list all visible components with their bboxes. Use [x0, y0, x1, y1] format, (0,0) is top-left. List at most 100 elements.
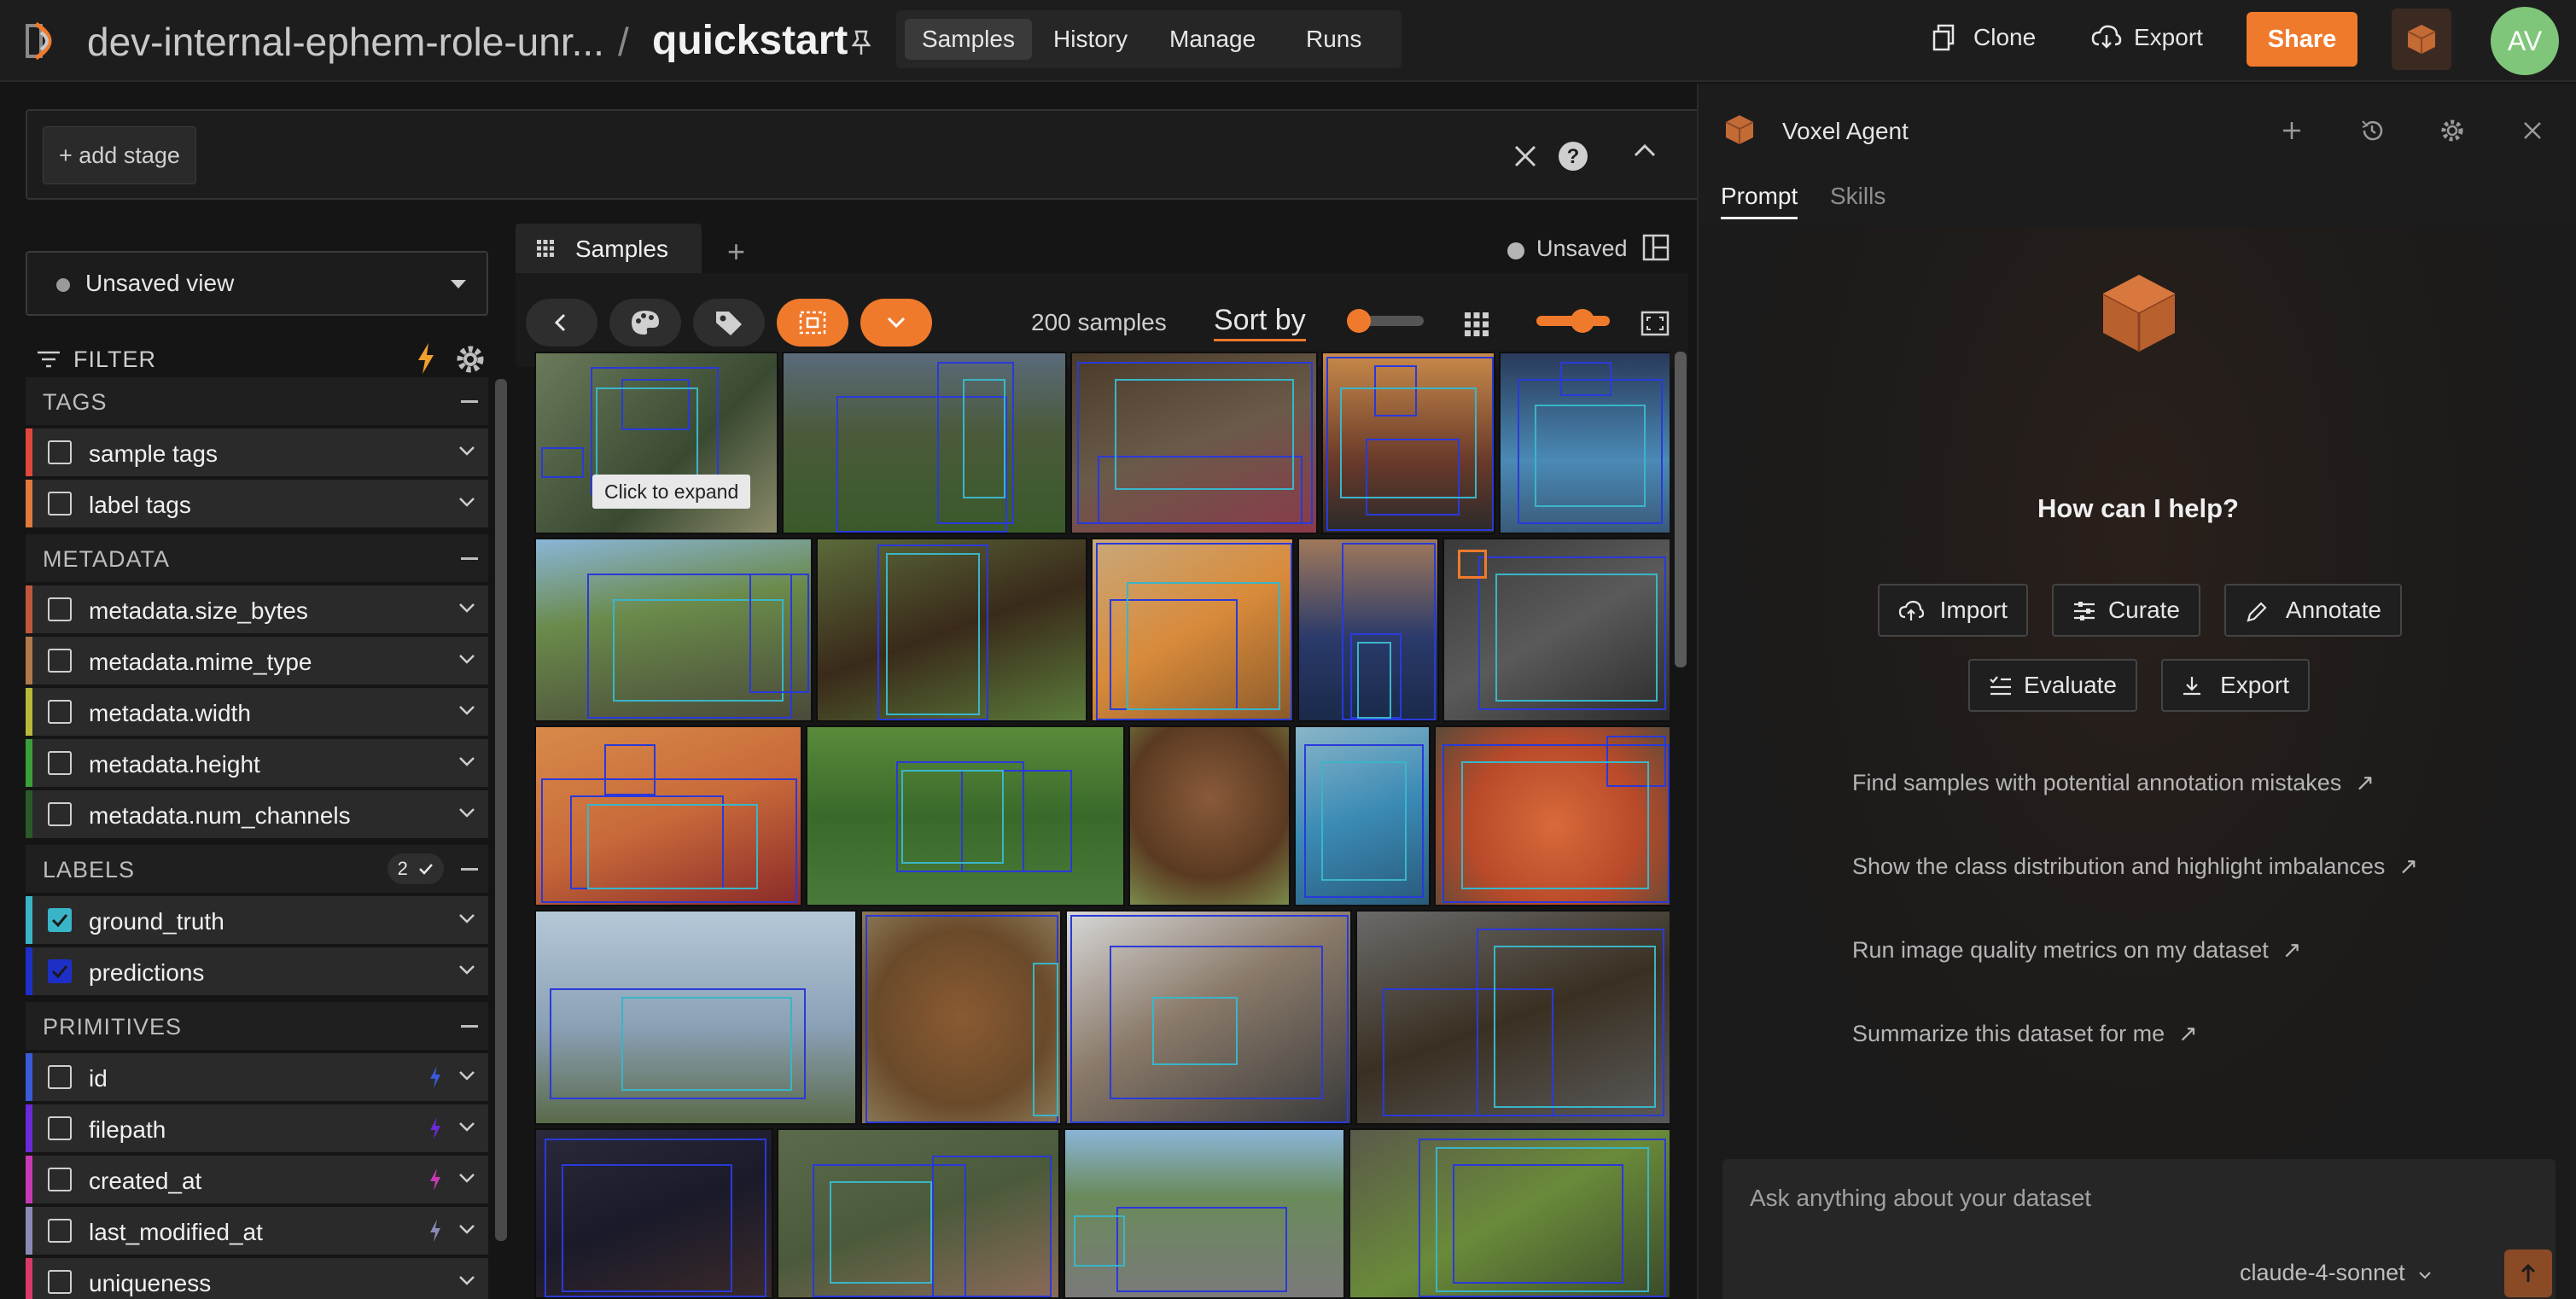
fiftyone-logo-icon[interactable]: [24, 20, 68, 61]
tab-skills[interactable]: Skills: [1830, 183, 1885, 210]
chevron-down-icon[interactable]: [458, 963, 476, 976]
evaluate-chip[interactable]: Evaluate: [1968, 659, 2137, 712]
suggestion-class-distribution[interactable]: Show the class distribution and highligh…: [1852, 853, 2418, 880]
field-predictions[interactable]: predictions: [26, 947, 488, 995]
checkbox-checked[interactable]: [48, 959, 72, 983]
field-label-tags[interactable]: label tags: [26, 480, 488, 527]
zoom-slider-knob[interactable]: [1347, 309, 1371, 333]
sample-tile[interactable]: [816, 538, 1087, 722]
grid-view-icon[interactable]: [1463, 311, 1490, 338]
checkbox[interactable]: [48, 1168, 72, 1191]
sample-tile[interactable]: [1070, 352, 1318, 534]
chevron-down-icon[interactable]: [458, 912, 476, 925]
dataset-name[interactable]: dev-internal-ephem-role-unr...: [87, 19, 604, 65]
curate-chip[interactable]: Curate: [2052, 584, 2200, 637]
checkbox[interactable]: [48, 649, 72, 673]
field-last-modified-at[interactable]: last_modified_at: [26, 1207, 488, 1255]
field-id[interactable]: id: [26, 1053, 488, 1101]
zoom-slider[interactable]: [1347, 309, 1424, 333]
checkbox[interactable]: [48, 440, 72, 464]
field-ground-truth[interactable]: ground_truth: [26, 896, 488, 944]
collapse-icon[interactable]: [461, 1025, 478, 1028]
checkbox[interactable]: [48, 1219, 72, 1243]
user-avatar[interactable]: AV: [2491, 7, 2559, 75]
sample-tile[interactable]: [534, 1128, 773, 1299]
chevron-down-icon[interactable]: [458, 1171, 476, 1185]
back-button[interactable]: [526, 299, 597, 347]
sample-tile[interactable]: [1499, 352, 1670, 534]
project-name[interactable]: quickstart: [652, 17, 848, 64]
checkbox[interactable]: [48, 597, 72, 621]
share-button[interactable]: Share: [2247, 12, 2357, 67]
sample-tile[interactable]: [1294, 725, 1431, 906]
checkbox[interactable]: [48, 492, 72, 516]
voxel-agent-toggle-button[interactable]: [2392, 9, 2451, 70]
checkbox[interactable]: [48, 1270, 72, 1294]
checkbox[interactable]: [48, 802, 72, 826]
checkbox[interactable]: [48, 1116, 72, 1140]
tab-prompt[interactable]: Prompt: [1721, 183, 1798, 219]
import-chip[interactable]: Import: [1878, 584, 2028, 637]
field-metadata-height[interactable]: metadata.height: [26, 739, 488, 787]
chevron-down-icon[interactable]: [458, 806, 476, 819]
grid-size-slider[interactable]: [1536, 309, 1610, 333]
sample-tile[interactable]: [1349, 1128, 1670, 1299]
section-metadata[interactable]: METADATA: [26, 534, 488, 582]
nav-manage[interactable]: Manage: [1152, 19, 1273, 60]
section-labels[interactable]: LABELS 2: [26, 845, 488, 893]
collapse-icon[interactable]: [461, 400, 478, 403]
chevron-down-icon[interactable]: [458, 601, 476, 615]
lightning-icon[interactable]: [415, 341, 437, 376]
sample-tile[interactable]: [777, 1128, 1060, 1299]
gear-icon[interactable]: [454, 343, 487, 376]
sample-tile[interactable]: [1355, 910, 1670, 1125]
suggestion-image-quality[interactable]: Run image quality metrics on my dataset ↗: [1852, 937, 2301, 964]
field-created-at[interactable]: created_at: [26, 1156, 488, 1203]
field-sample-tags[interactable]: sample tags: [26, 428, 488, 476]
send-button[interactable]: [2504, 1249, 2552, 1297]
model-selector[interactable]: claude-4-sonnet: [2240, 1260, 2432, 1286]
sample-tile[interactable]: [1442, 538, 1670, 722]
sample-tile[interactable]: [860, 910, 1062, 1125]
chevron-down-icon[interactable]: [458, 495, 476, 509]
clone-button[interactable]: Clone: [1932, 24, 2036, 51]
nav-samples[interactable]: Samples: [905, 19, 1032, 60]
nav-runs[interactable]: Runs: [1289, 19, 1378, 60]
sample-tile[interactable]: [1065, 910, 1352, 1125]
field-filepath[interactable]: filepath: [26, 1104, 488, 1152]
field-metadata-width[interactable]: metadata.width: [26, 688, 488, 736]
options-dropdown-button[interactable]: [860, 299, 932, 347]
add-panel-button[interactable]: +: [727, 234, 745, 270]
sample-tile[interactable]: [534, 725, 802, 906]
export-button[interactable]: Export: [2091, 24, 2203, 51]
grid-size-slider-knob[interactable]: [1571, 309, 1594, 333]
suggestion-annotation-mistakes[interactable]: Find samples with potential annotation m…: [1852, 770, 2375, 796]
nav-history[interactable]: History: [1036, 19, 1145, 60]
chevron-down-icon[interactable]: [458, 1222, 476, 1236]
labels-count-badge[interactable]: 2: [387, 853, 444, 884]
section-primitives[interactable]: PRIMITIVES: [26, 1002, 488, 1050]
annotate-chip[interactable]: Annotate: [2224, 584, 2402, 637]
sample-tile[interactable]: [1297, 538, 1439, 722]
help-icon[interactable]: ?: [1557, 140, 1589, 172]
clear-stages-icon[interactable]: [1512, 143, 1538, 169]
sample-tile[interactable]: [806, 725, 1125, 906]
checkbox[interactable]: [48, 751, 72, 775]
close-icon[interactable]: [2521, 119, 2544, 142]
field-metadata-num-channels[interactable]: metadata.num_channels: [26, 790, 488, 838]
suggestion-summarize[interactable]: Summarize this dataset for me ↗: [1852, 1021, 2198, 1047]
collapse-icon[interactable]: [461, 557, 478, 560]
chevron-down-icon[interactable]: [458, 1069, 476, 1082]
chevron-down-icon[interactable]: [458, 1120, 476, 1133]
checkbox[interactable]: [48, 700, 72, 724]
pin-icon[interactable]: [848, 29, 874, 56]
sample-tile[interactable]: [1064, 1128, 1345, 1299]
field-metadata-mime-type[interactable]: metadata.mime_type: [26, 637, 488, 684]
sort-by-selector[interactable]: Sort by: [1214, 304, 1306, 341]
export-chip[interactable]: Export: [2161, 659, 2310, 712]
sample-tile[interactable]: [1434, 725, 1670, 906]
plus-icon[interactable]: [2281, 119, 2303, 142]
layout-split-icon[interactable]: [1642, 234, 1670, 261]
chevron-down-icon[interactable]: [458, 1273, 476, 1287]
field-metadata-size-bytes[interactable]: metadata.size_bytes: [26, 585, 488, 633]
